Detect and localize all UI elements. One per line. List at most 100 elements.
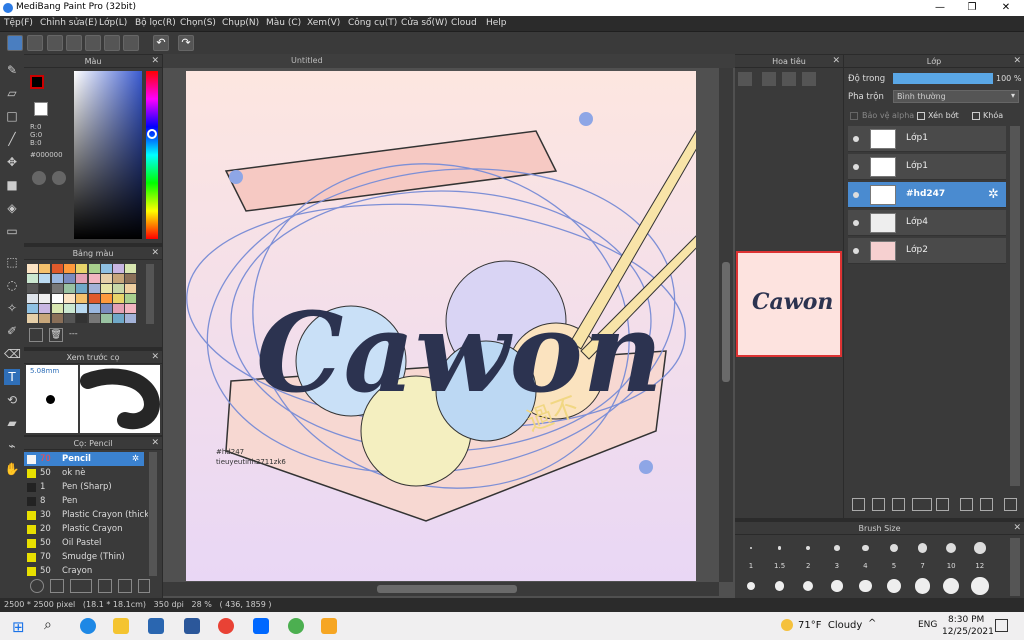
navigator-thumbnail[interactable]: Cawon (736, 251, 842, 357)
brush-size-dot[interactable] (750, 547, 752, 549)
eyedropper-icon[interactable]: ⌁ (4, 438, 20, 454)
brush-item[interactable]: 30 Plastic Crayon (thick) (24, 508, 148, 522)
menu-view[interactable]: Xem(V) (307, 18, 340, 28)
palette-swatch[interactable] (125, 304, 137, 313)
palette-swatch[interactable] (125, 264, 137, 273)
palette-swatch[interactable] (88, 284, 100, 293)
brush-item[interactable]: 50 Crayon (24, 564, 144, 576)
palette-swatch[interactable] (51, 274, 63, 283)
medibang-icon[interactable] (321, 618, 337, 634)
clock-time[interactable]: 8:30 PM (948, 615, 984, 625)
close-icon[interactable]: ✕ (1013, 522, 1021, 535)
brush-copy-icon[interactable] (98, 579, 112, 593)
brush-size-dot-large[interactable] (775, 581, 785, 591)
vertical-scroll-thumb[interactable] (722, 262, 730, 382)
palette-swatch[interactable] (63, 294, 75, 303)
clip-checkbox[interactable] (917, 112, 925, 120)
tiles-icon[interactable] (123, 35, 139, 51)
palette-swatch[interactable] (39, 294, 51, 303)
gear-icon[interactable]: ✲ (988, 187, 999, 202)
brush-size-dot-large[interactable] (747, 582, 755, 590)
brush-size-dot[interactable] (946, 542, 957, 554)
foreground-color-swatch[interactable] (30, 75, 44, 89)
palette-swatch[interactable] (76, 304, 88, 313)
dot-tool-icon[interactable]: □ (4, 108, 20, 124)
select-rect-icon[interactable]: ⬚ (4, 254, 20, 270)
palette-swatch[interactable] (39, 274, 51, 283)
close-icon[interactable]: ✕ (1013, 55, 1021, 68)
palette-swatch[interactable] (113, 264, 125, 273)
color-palette-icon[interactable] (52, 171, 66, 185)
palette-scrollbar[interactable] (146, 264, 154, 324)
edge-icon[interactable] (80, 618, 96, 634)
brush-size-dot-large[interactable] (831, 580, 843, 592)
cloud-icon[interactable] (7, 35, 23, 51)
palette-swatch[interactable] (100, 294, 112, 303)
close-icon[interactable]: ✕ (832, 55, 840, 68)
line-tool-icon[interactable]: ╱ (4, 131, 20, 147)
new-halftone-layer-icon[interactable] (872, 498, 885, 511)
brush-duplicate-icon[interactable] (138, 579, 150, 593)
palette-swatch[interactable] (125, 284, 137, 293)
palette-swatch[interactable] (125, 274, 137, 283)
palette-swatch[interactable] (27, 304, 38, 313)
eye-icon[interactable] (853, 136, 859, 142)
delete-icon[interactable]: 🗑 (49, 328, 63, 342)
weather-text[interactable]: 71°F Cloudy (798, 620, 862, 631)
merge-layer-icon[interactable] (980, 498, 993, 511)
upload-icon[interactable] (27, 35, 43, 51)
palette-swatch[interactable] (88, 274, 100, 283)
palette-swatch[interactable] (51, 314, 63, 323)
close-icon[interactable]: ✕ (151, 247, 159, 260)
notification-icon[interactable] (995, 619, 1008, 632)
eye-icon[interactable] (853, 164, 859, 170)
lasso-tool-icon[interactable]: ◌ (4, 277, 20, 293)
brush-size-dot[interactable] (834, 545, 840, 551)
fit-window-icon[interactable] (782, 72, 796, 86)
brush-item[interactable]: 8 Pen (24, 494, 144, 508)
brush-menu-icon[interactable] (70, 579, 92, 593)
layer-scrollbar[interactable] (1010, 126, 1020, 486)
new-palette-icon[interactable] (29, 328, 43, 342)
palette-swatch[interactable] (39, 304, 51, 313)
color-wheel-icon[interactable] (32, 171, 46, 185)
brush-size-dot-large[interactable] (859, 579, 872, 593)
document-tab[interactable]: Untitled (291, 56, 323, 65)
palette-swatch[interactable] (113, 294, 125, 303)
brush-size-dot[interactable] (862, 544, 869, 552)
palette-swatch[interactable] (63, 314, 75, 323)
lock-checkbox[interactable] (972, 112, 980, 120)
language-indicator[interactable]: ENG (918, 620, 937, 630)
chrome-icon[interactable] (218, 618, 234, 634)
menu-file[interactable]: Tệp(F) (4, 18, 33, 28)
palette-swatch[interactable] (100, 304, 112, 313)
brush-size-dot-large[interactable] (915, 578, 931, 594)
brush-item[interactable]: 50 ok nè (24, 466, 144, 480)
palette-swatch[interactable] (51, 264, 63, 273)
document-icon[interactable] (85, 35, 101, 51)
palette-swatch[interactable] (100, 264, 112, 273)
new-layer-icon[interactable] (852, 498, 865, 511)
menu-capture[interactable]: Chụp(N) (222, 18, 259, 28)
layer-item-selected[interactable]: #hd247 ✲ (848, 182, 1006, 208)
horizontal-scrollbar[interactable] (163, 582, 719, 596)
hue-slider[interactable] (146, 71, 158, 239)
brush-item[interactable]: 70 Pencil ✲ (24, 452, 144, 466)
horizontal-scroll-thumb[interactable] (377, 585, 517, 593)
select-eraser-icon[interactable]: ⌫ (4, 346, 21, 362)
palette-swatch[interactable] (27, 284, 38, 293)
close-icon[interactable]: ✕ (151, 437, 159, 450)
palette-swatch[interactable] (39, 314, 51, 323)
palette-swatch[interactable] (51, 284, 63, 293)
hand-tool-icon[interactable]: ✋ (4, 461, 20, 477)
new-brush-icon[interactable] (50, 579, 64, 593)
zalo-icon[interactable] (253, 618, 269, 634)
brush-size-scrollbar[interactable] (1010, 538, 1020, 596)
windows-start-icon[interactable]: ⊞ (12, 618, 25, 636)
palette-swatch[interactable] (51, 294, 63, 303)
grid-icon[interactable] (104, 35, 120, 51)
background-color-swatch[interactable] (34, 102, 48, 116)
magic-wand-icon[interactable]: ✧ (4, 300, 20, 316)
new-8bit-layer-icon[interactable] (892, 498, 905, 511)
palette-swatch[interactable] (76, 314, 88, 323)
